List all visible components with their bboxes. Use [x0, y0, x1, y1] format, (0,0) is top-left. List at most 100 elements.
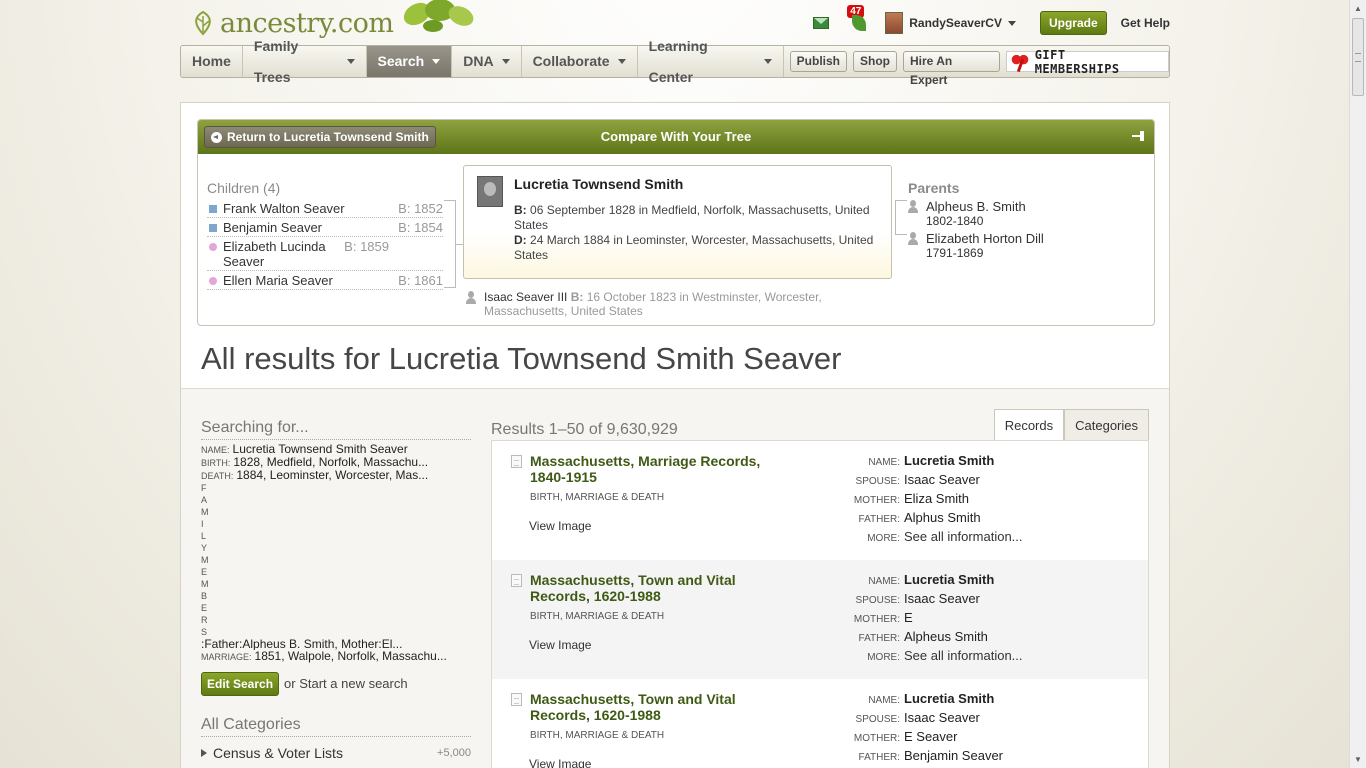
edit-search-button[interactable]: Edit Search	[201, 672, 280, 696]
chevron-down-icon	[501, 59, 510, 64]
record-title-link[interactable]: Massachusetts, Town and Vital Records, 1…	[530, 691, 790, 723]
username-menu[interactable]: RandySeaverCV	[909, 16, 1002, 30]
record-fields: NAME: Lucretia Smith SPOUSE: Isaac Seaver MO…	[832, 691, 1132, 767]
field-value: Benjamin Seaver	[904, 748, 1003, 763]
chevron-down-icon[interactable]	[1007, 20, 1016, 26]
shop-button[interactable]: Shop	[853, 51, 898, 72]
children-list: Children (4) Frank Walton Seaver B: 1852 …	[207, 180, 443, 290]
main-panel: Compare With Your Tree Return to Lucreti…	[180, 102, 1170, 768]
spouse-item[interactable]: Isaac Seaver III B: 16 October 1823 in W…	[466, 290, 886, 318]
view-image-link[interactable]: View Image	[529, 519, 591, 533]
nav-learning-center-label: Learning Center	[648, 37, 708, 85]
tab-records[interactable]: Records	[993, 409, 1065, 441]
birth-label: BIRTH:	[201, 458, 231, 468]
family-members-letter: F	[201, 483, 207, 493]
gift-memberships-label: GIFT MEMBERSHIPS	[1034, 47, 1120, 76]
pin-icon[interactable]	[1132, 131, 1146, 141]
child-birth: B: 1852	[398, 201, 443, 216]
return-to-person-button[interactable]: Return to Lucretia Townsend Smith	[204, 126, 436, 148]
nav-collaborate[interactable]: Collaborate	[522, 46, 638, 77]
family-members-letter: A	[201, 495, 208, 505]
field-label: SPOUSE:	[855, 595, 900, 606]
person-silhouette-icon	[908, 232, 918, 245]
family-members-letter: E	[201, 603, 208, 613]
notifications-button[interactable]: 47	[847, 5, 869, 35]
gift-memberships-banner[interactable]: GIFT MEMBERSHIPS	[1005, 48, 1170, 76]
parent-item[interactable]: Alpheus B. Smith 1802-1840	[908, 199, 1148, 228]
parent-item[interactable]: Elizabeth Horton Dill 1791-1869	[908, 231, 1148, 260]
spouse-name: Isaac Seaver III	[484, 290, 568, 304]
name-label: NAME:	[201, 445, 230, 455]
record-field: SPOUSE: Isaac Seaver	[832, 591, 1132, 610]
tab-categories[interactable]: Categories	[1064, 409, 1149, 441]
compare-header-bar: Compare With Your Tree Return to Lucreti…	[198, 120, 1154, 154]
page-title: All results for Lucretia Townsend Smith …	[201, 341, 842, 376]
nav-family-trees[interactable]: Family Trees	[243, 38, 367, 85]
child-item[interactable]: Benjamin Seaver B: 1854	[207, 218, 443, 237]
field-label: SPOUSE:	[855, 476, 900, 487]
field-label: NAME:	[868, 457, 900, 468]
male-marker-icon	[209, 224, 217, 232]
record-category: BIRTH, MARRIAGE & DEATH	[530, 492, 665, 503]
document-icon	[511, 574, 522, 587]
focus-death: D: 24 March 1884 in Leominster, Worceste…	[514, 233, 884, 263]
focus-person-card[interactable]: Lucretia Townsend Smith B: 06 September …	[463, 165, 892, 279]
record-title-link[interactable]: Massachusetts, Marriage Records, 1840-19…	[530, 453, 790, 485]
scrollbar-thumb[interactable]	[1352, 18, 1364, 96]
field-value: Lucretia Smith	[904, 453, 995, 468]
nav-dna[interactable]: DNA	[452, 46, 522, 77]
parents-connector	[895, 200, 907, 201]
child-name: Ellen Maria Seaver	[223, 273, 333, 288]
upgrade-button[interactable]: Upgrade	[1039, 11, 1107, 35]
search-death-row: DEATH: 1884, Leominster, Worcester, Mas..…	[201, 469, 471, 482]
search-death-value: 1884, Leominster, Worcester, Mas...	[236, 469, 429, 482]
field-label: MOTHER:	[853, 733, 900, 744]
child-item[interactable]: Elizabeth Lucinda Seaver B: 1859	[207, 237, 443, 271]
nav-home-label: Home	[192, 53, 231, 69]
focus-birth: B: 06 September 1828 in Medfield, Norfol…	[514, 203, 884, 233]
family-members-letter: B	[201, 591, 208, 601]
record-field: NAME: Lucretia Smith	[832, 453, 1132, 472]
marriage-label: MARRIAGE:	[201, 652, 252, 662]
record-title-link[interactable]: Massachusetts, Town and Vital Records, 1…	[530, 572, 790, 604]
compare-tree-box: Compare With Your Tree Return to Lucreti…	[197, 119, 1155, 326]
scroll-down-arrow-icon[interactable]: ▼	[1350, 751, 1366, 768]
see-all-information-link[interactable]: See all information...	[904, 529, 1023, 544]
document-icon	[511, 455, 522, 468]
vertical-scrollbar[interactable]: ▲ ▼	[1349, 0, 1366, 768]
field-label: MORE:	[867, 652, 900, 663]
child-item[interactable]: Frank Walton Seaver B: 1852	[207, 199, 443, 218]
view-image-link[interactable]: View Image	[529, 757, 591, 768]
child-birth: B: 1861	[398, 273, 443, 288]
header-utilities: 47 RandySeaverCV Upgrade Get Help	[813, 5, 1170, 38]
spouse-birth-label: B:	[570, 290, 584, 304]
focus-person-name: Lucretia Townsend Smith	[514, 176, 684, 192]
family-members-letter: I	[201, 519, 204, 529]
record-fields: NAME: Lucretia Smith SPOUSE: Isaac Seaver MO…	[832, 572, 1132, 667]
nav-search[interactable]: Search	[366, 46, 453, 77]
leaves-decoration-icon	[403, 0, 474, 32]
parent-name: Alpheus B. Smith	[926, 199, 1026, 214]
hire-expert-button[interactable]: Hire An Expert	[903, 51, 1000, 87]
nav-home[interactable]: Home	[181, 46, 243, 77]
new-search-link[interactable]: or Start a new search	[284, 676, 408, 691]
avatar[interactable]	[885, 12, 904, 34]
parents-header: Parents	[908, 180, 960, 196]
chevron-down-icon	[617, 59, 626, 64]
results-summary: Results 1–50 of 9,630,929	[491, 421, 678, 438]
nav-learning-center[interactable]: Learning Center	[638, 38, 784, 85]
record-field: MOTHER: Eliza Smith	[832, 491, 1132, 510]
field-value: E	[904, 610, 913, 625]
view-image-link[interactable]: View Image	[529, 638, 591, 652]
publish-button[interactable]: Publish	[789, 51, 848, 72]
field-value: Lucretia Smith	[904, 691, 995, 706]
category-item[interactable]: Census & Voter Lists +5,000	[201, 745, 471, 761]
mail-icon[interactable]	[813, 17, 830, 29]
child-item[interactable]: Ellen Maria Seaver B: 1861	[207, 271, 443, 290]
see-all-information-link[interactable]: See all information...	[904, 648, 1023, 663]
parents-connector	[895, 200, 896, 234]
children-header: Children (4)	[207, 180, 281, 196]
scroll-up-arrow-icon[interactable]: ▲	[1350, 0, 1366, 17]
chevron-down-icon	[763, 59, 772, 64]
get-help-link[interactable]: Get Help	[1121, 16, 1170, 30]
